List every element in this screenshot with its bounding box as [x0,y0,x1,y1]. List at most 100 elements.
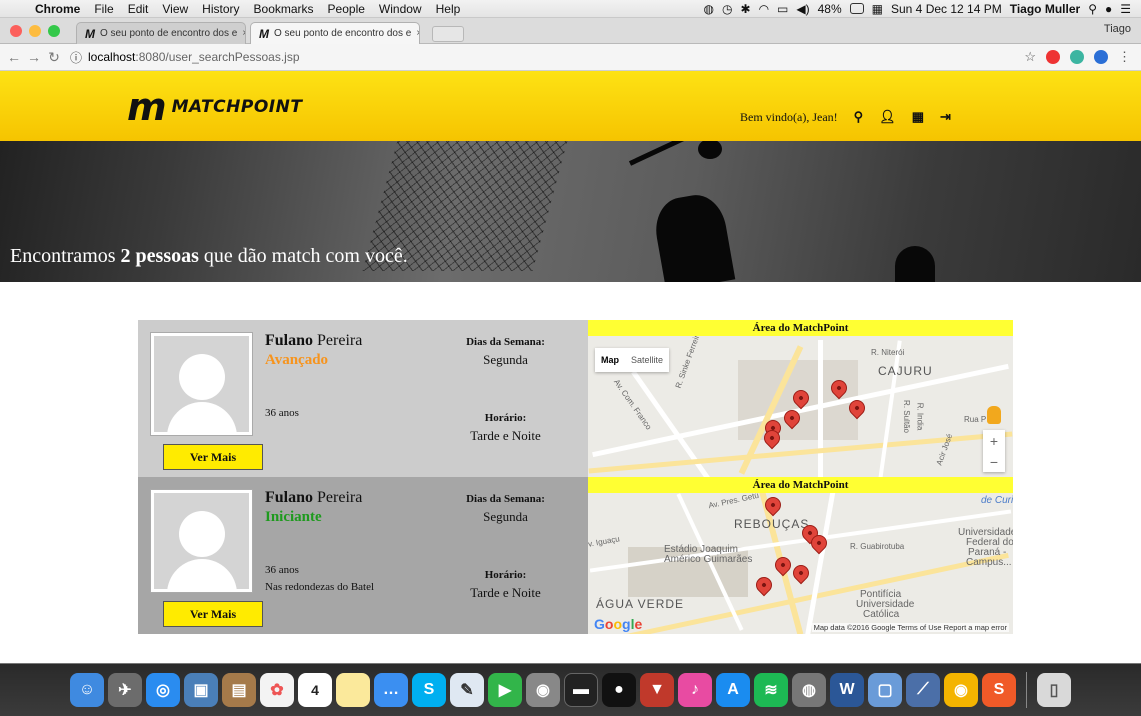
extension-icon[interactable] [1094,50,1108,64]
match-area-map[interactable]: Área do MatchPoint Map Satellite CAJURU … [588,320,1013,477]
calendar-icon[interactable]: 4 [298,673,332,707]
datetime[interactable]: Sun 4 Dec 12 14 PM [891,2,1002,16]
menu-chrome[interactable]: Chrome [28,2,87,16]
url-input[interactable]: ⓘ localhost:8080/user_searchPessoas.jsp [70,49,300,66]
terminal-icon[interactable]: ▬ [564,673,598,707]
user-name[interactable]: Tiago Muller [1010,2,1080,16]
bookmark-star-icon[interactable]: ☆ [1024,49,1036,65]
minimize-window-icon[interactable] [29,25,41,37]
tab-strip: M O seu ponto de encontro dos e × M O se… [0,18,1141,44]
forward-icon[interactable]: → [24,49,44,65]
flag-icon[interactable]: ▦ [872,2,883,16]
tab-1[interactable]: M O seu ponto de encontro dos e × [76,22,246,44]
map-marker-icon[interactable] [789,561,813,585]
bluetooth-icon[interactable]: ✱ [741,2,751,16]
sublime-icon[interactable]: S [982,673,1016,707]
chrome-icon[interactable]: ◉ [944,673,978,707]
virtualbox-icon[interactable]: ▢ [868,673,902,707]
finder-icon[interactable]: ☺ [70,673,104,707]
profile-name[interactable]: Tiago [1104,23,1131,35]
map-attribution[interactable]: Map data ©2016 Google Terms of Use Repor… [811,623,1009,632]
person-panel: Ver Mais Fulano Pereira Avançado 36 anos… [138,320,588,477]
messages-icon[interactable]: … [374,673,408,707]
clock-icon[interactable]: ◷ [722,2,732,16]
maximize-window-icon[interactable] [48,25,60,37]
preview-icon[interactable]: ▣ [184,673,218,707]
tab-title: O seu ponto de encontro dos e [100,28,238,39]
word-icon[interactable]: W [830,673,864,707]
logout-icon[interactable]: ⇥ [940,109,951,125]
map-type-map[interactable]: Map [595,348,625,372]
time-value: Tarde e Noite [470,428,541,443]
match-area-map[interactable]: Área do MatchPoint REBOUÇAS ÁGUA VERDE E… [588,477,1013,634]
menu-history[interactable]: History [195,2,246,16]
disk-icon[interactable]: ◍ [792,673,826,707]
logo-word: MATCHPOINT [171,97,303,117]
map-label: Campus... [966,557,1012,568]
wifi-icon[interactable]: ◠ [759,2,769,16]
itunes-icon[interactable]: ♪ [678,673,712,707]
tab-close-icon[interactable]: × [242,28,245,39]
menu-edit[interactable]: Edit [121,2,156,16]
hero-banner: Encontramos 2 pessoas que dão match com … [0,141,1141,282]
zoom-out-button[interactable]: − [990,454,998,470]
menu-people[interactable]: People [321,2,372,16]
spotify-icon[interactable]: ≋ [754,673,788,707]
menu-help[interactable]: Help [429,2,468,16]
matchpoint-logo[interactable]: m MATCHPOINT [127,88,302,126]
airplay-icon[interactable]: ▭ [777,2,788,16]
textedit-icon[interactable]: ✎ [450,673,484,707]
pegman-icon[interactable] [987,406,1001,424]
reload-icon[interactable]: ↻ [44,49,64,66]
network-icon[interactable]: ⟋ [906,673,940,707]
ver-mais-button[interactable]: Ver Mais [163,444,263,470]
map-label: CAJURU [878,364,933,378]
menu-file[interactable]: File [87,2,120,16]
close-window-icon[interactable] [10,25,22,37]
map-type-satellite[interactable]: Satellite [625,348,669,372]
trash-icon[interactable]: ▯ [1037,673,1071,707]
calendar-icon[interactable]: ▦ [912,109,924,125]
skype-icon[interactable]: S [412,673,446,707]
extension-icon[interactable] [1070,50,1084,64]
person-age: 36 anos [265,564,299,576]
map-label: Américo Guimarães [664,554,753,565]
siri-icon[interactable]: ● [1105,2,1112,16]
contacts-icon[interactable]: ▤ [222,673,256,707]
back-icon[interactable]: ← [4,49,24,65]
search-icon[interactable]: ⚲ [854,109,864,125]
menu-view[interactable]: View [155,2,195,16]
safari-icon[interactable]: ◎ [146,673,180,707]
battery-percent[interactable]: 48% [818,2,842,16]
new-tab-button[interactable] [432,26,464,42]
appstore-icon[interactable]: A [716,673,750,707]
battery-icon[interactable] [849,3,864,14]
zoom-in-button[interactable]: + [990,433,998,449]
menu-bookmarks[interactable]: Bookmarks [247,2,321,16]
globe-icon[interactable]: ◍ [704,2,714,16]
menu-window[interactable]: Window [372,2,429,16]
chrome-menu-icon[interactable]: ⋮ [1118,49,1131,65]
user-icon[interactable]: 👤︎ [879,109,896,125]
photos-icon[interactable]: ✿ [260,673,294,707]
facetime-icon[interactable]: ▶ [488,673,522,707]
camera-icon[interactable]: ● [602,673,636,707]
ver-mais-button[interactable]: Ver Mais [163,601,263,627]
map-marker-icon[interactable] [771,553,795,577]
map-marker-icon[interactable] [752,573,776,597]
launchpad-icon[interactable]: ✈ [108,673,142,707]
sysprefs-icon[interactable]: ◉ [526,673,560,707]
spotlight-icon[interactable]: ⚲ [1088,2,1097,16]
tab-2[interactable]: M O seu ponto de encontro dos e × [250,22,420,44]
info-icon[interactable]: ⓘ [70,49,82,66]
popcorn-icon[interactable]: ▼ [640,673,674,707]
person-name: Fulano Pereira [265,332,362,350]
result-card: Ver Mais Fulano Pereira Avançado 36 anos… [138,320,1013,477]
map-type-control: Map Satellite [595,348,670,372]
opera-extension-icon[interactable] [1046,50,1060,64]
notification-icon[interactable]: ☰ [1120,2,1131,16]
tab-close-icon[interactable]: × [416,28,419,39]
volume-icon[interactable]: ◀) [796,2,809,16]
notes-icon[interactable] [336,673,370,707]
map-title: Área do MatchPoint [588,477,1013,493]
